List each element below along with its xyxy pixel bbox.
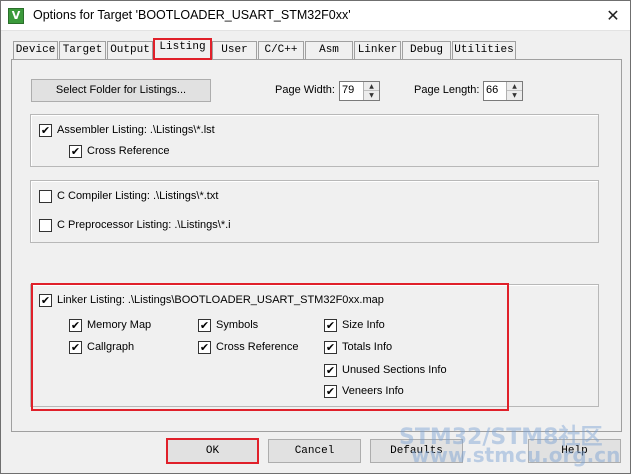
select-folder-button[interactable]: Select Folder for Listings... bbox=[31, 79, 211, 102]
checkbox-icon[interactable]: ✔ bbox=[324, 385, 337, 398]
checkbox-icon[interactable]: ✔ bbox=[69, 319, 82, 332]
page-width-arrows[interactable]: ▲ ▼ bbox=[363, 82, 379, 100]
checkbox-icon[interactable]: ✔ bbox=[324, 341, 337, 354]
veneers-info-label: Veneers Info bbox=[342, 385, 404, 397]
tab-linker[interactable]: Linker bbox=[354, 41, 401, 59]
page-length-value: 66 bbox=[486, 84, 499, 96]
c-compiler-listing-label: C Compiler Listing: .\Listings\*.txt bbox=[57, 190, 219, 202]
page-width-spinner[interactable]: 79 ▲ ▼ bbox=[339, 81, 380, 101]
keil-app-icon: V bbox=[8, 8, 24, 24]
window-title: Options for Target 'BOOTLOADER_USART_STM… bbox=[33, 8, 351, 22]
defaults-button[interactable]: Defaults bbox=[370, 439, 463, 463]
checkbox-icon[interactable]: ✔ bbox=[324, 364, 337, 377]
options-dialog: V Options for Target 'BOOTLOADER_USART_S… bbox=[0, 0, 631, 474]
tab-debug[interactable]: Debug bbox=[402, 41, 451, 59]
tab-device[interactable]: Device bbox=[13, 41, 58, 59]
page-length-arrows[interactable]: ▲ ▼ bbox=[506, 82, 522, 100]
close-icon[interactable]: ✕ bbox=[602, 5, 624, 27]
checkbox-icon[interactable]: ✔ bbox=[69, 145, 82, 158]
linker-cross-ref-label: Cross Reference bbox=[216, 341, 299, 353]
cancel-button[interactable]: Cancel bbox=[268, 439, 361, 463]
checkbox-icon[interactable]: ✔ bbox=[69, 341, 82, 354]
help-button[interactable]: Help bbox=[528, 439, 621, 463]
tab-listing[interactable]: Listing bbox=[154, 38, 211, 60]
assembler-cross-ref-label: Cross Reference bbox=[87, 145, 170, 157]
spin-up-icon[interactable]: ▲ bbox=[364, 82, 379, 91]
size-info-label: Size Info bbox=[342, 319, 385, 331]
title-bar[interactable]: V Options for Target 'BOOTLOADER_USART_S… bbox=[1, 1, 630, 31]
page-length-spinner[interactable]: 66 ▲ ▼ bbox=[483, 81, 523, 101]
page-length-label: Page Length: bbox=[414, 84, 480, 96]
callgraph-label: Callgraph bbox=[87, 341, 135, 353]
checkbox-icon[interactable]: ✔ bbox=[39, 124, 52, 137]
tab-user[interactable]: User bbox=[212, 41, 257, 59]
tab-asm[interactable]: Asm bbox=[305, 41, 353, 59]
ok-button[interactable]: OK bbox=[166, 439, 259, 463]
checkbox-icon[interactable] bbox=[39, 219, 52, 232]
checkbox-icon[interactable]: ✔ bbox=[324, 319, 337, 332]
assembler-listing-label: Assembler Listing: .\Listings\*.lst bbox=[57, 124, 215, 136]
page-width-label: Page Width: bbox=[275, 84, 335, 96]
unused-sections-info-label: Unused Sections Info bbox=[342, 364, 447, 376]
spin-down-icon[interactable]: ▼ bbox=[364, 91, 379, 100]
spin-up-icon[interactable]: ▲ bbox=[507, 82, 522, 91]
memory-map-label: Memory Map bbox=[87, 319, 152, 331]
checkbox-icon[interactable]: ✔ bbox=[198, 341, 211, 354]
page-width-value: 79 bbox=[342, 84, 355, 96]
tab-utilities[interactable]: Utilities bbox=[452, 41, 516, 59]
symbols-label: Symbols bbox=[216, 319, 259, 331]
tab-target[interactable]: Target bbox=[59, 41, 106, 59]
totals-info-label: Totals Info bbox=[342, 341, 393, 353]
linker-listing-label: Linker Listing: .\Listings\BOOTLOADER_US… bbox=[57, 294, 384, 306]
checkbox-icon[interactable] bbox=[39, 190, 52, 203]
spin-down-icon[interactable]: ▼ bbox=[507, 91, 522, 100]
checkbox-icon[interactable]: ✔ bbox=[39, 294, 52, 307]
assembler-group bbox=[30, 114, 599, 167]
tab-c-cpp[interactable]: C/C++ bbox=[258, 41, 304, 59]
c-preprocessor-listing-label: C Preprocessor Listing: .\Listings\*.i bbox=[57, 219, 231, 231]
checkbox-icon[interactable]: ✔ bbox=[198, 319, 211, 332]
tab-output[interactable]: Output bbox=[107, 41, 153, 59]
